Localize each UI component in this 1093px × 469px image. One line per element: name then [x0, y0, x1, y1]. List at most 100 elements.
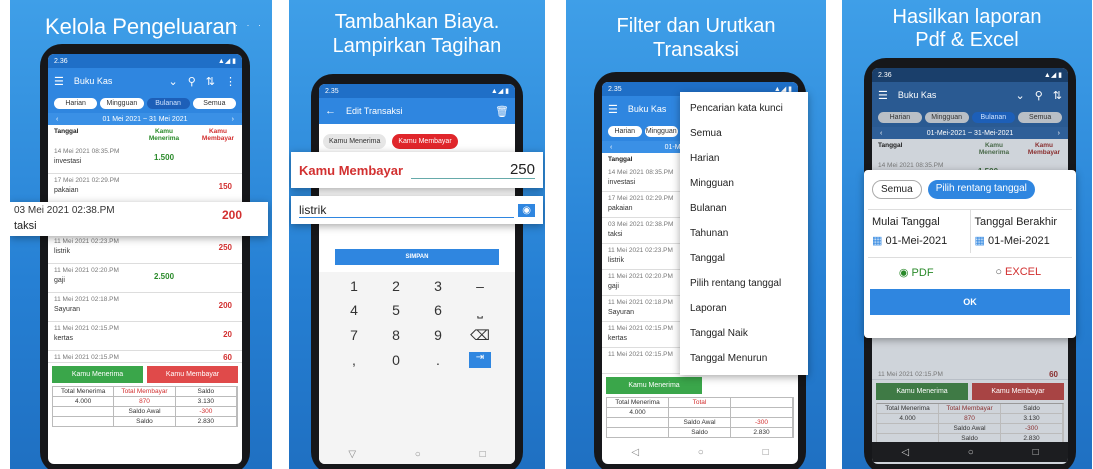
keyboard-key[interactable]: 9: [417, 327, 459, 344]
receive-chip[interactable]: Kamu Menerima: [323, 134, 387, 149]
pay-chip[interactable]: Kamu Membayar: [392, 134, 458, 149]
keyboard-key[interactable]: 1: [333, 278, 375, 294]
menu-item[interactable]: Semua: [680, 121, 808, 146]
menu-item[interactable]: Pilih rentang tanggal: [680, 271, 808, 296]
row-out: 20: [223, 330, 232, 339]
keyboard-key[interactable]: 7: [333, 327, 375, 344]
receive-button[interactable]: Kamu Menerima: [606, 377, 702, 394]
tab-monthly[interactable]: Bulanan: [971, 112, 1016, 123]
keyboard-key[interactable]: 6: [417, 302, 459, 319]
prev-icon[interactable]: ‹: [610, 144, 612, 151]
home-nav-icon[interactable]: ○: [415, 449, 421, 460]
chevron-down-icon[interactable]: ⌄: [1016, 89, 1025, 102]
keyboard-key[interactable]: ⌫: [459, 327, 501, 344]
keyboard-key[interactable]: ⇥: [469, 352, 491, 368]
chevron-down-icon[interactable]: ⌄: [169, 75, 178, 88]
all-chip[interactable]: Semua: [872, 180, 922, 199]
sort-icon[interactable]: ⇅: [206, 75, 215, 88]
menu-item[interactable]: Mingguan: [680, 171, 808, 196]
keyboard-key[interactable]: 2: [375, 278, 417, 294]
keyboard-key[interactable]: –: [459, 278, 501, 294]
table-row[interactable]: 17 Mei 2021 02:29.PM pakaian 150: [48, 174, 242, 203]
menu-item[interactable]: Pencarian kata kunci: [680, 96, 808, 121]
prev-icon[interactable]: ‹: [56, 116, 58, 123]
menu-item[interactable]: Tanggal Menurun: [680, 346, 808, 371]
camera-icon[interactable]: ◉: [518, 203, 535, 217]
keyboard-key[interactable]: 5: [375, 302, 417, 319]
table-row[interactable]: 11 Mei 2021 02:20.PM gaji 2.500: [48, 264, 242, 293]
back-nav-icon[interactable]: ◁: [901, 447, 909, 458]
table-row[interactable]: 11 Mei 2021 02:15.PM kertas 20: [48, 322, 242, 351]
opening-balance-label: Saldo Awal: [939, 424, 1001, 433]
tab-daily[interactable]: Harian: [878, 112, 922, 123]
excel-radio[interactable]: ○ EXCEL: [995, 266, 1041, 279]
tab-weekly[interactable]: Mingguan: [100, 98, 144, 109]
header-out: Kamu Membayar: [201, 128, 235, 142]
receive-button[interactable]: Kamu Menerima: [52, 366, 143, 383]
amount-field[interactable]: 250: [411, 161, 535, 179]
menu-item[interactable]: Laporan: [680, 296, 808, 321]
table-row[interactable]: 11 Mei 2021 02:15.PM 60: [872, 368, 1068, 380]
delete-icon[interactable]: 🗑: [495, 105, 509, 118]
receive-button[interactable]: Kamu Menerima: [876, 383, 968, 400]
home-nav-icon[interactable]: ○: [698, 447, 704, 458]
table-row[interactable]: 11 Mei 2021 02:15.PM 60: [48, 351, 242, 363]
recents-nav-icon[interactable]: □: [480, 449, 486, 460]
keyboard-key[interactable]: ⎵: [459, 302, 501, 319]
next-icon[interactable]: ›: [232, 116, 234, 123]
menu-item[interactable]: Tanggal: [680, 246, 808, 271]
menu-item[interactable]: Tahunan: [680, 221, 808, 246]
start-date-field[interactable]: ▦ 01-Mei-2021: [872, 234, 966, 247]
keyboard-key[interactable]: 8: [375, 327, 417, 344]
search-icon[interactable]: ⚲: [188, 75, 196, 88]
tab-weekly[interactable]: Mingguan: [644, 126, 678, 137]
home-nav-icon[interactable]: ○: [968, 447, 974, 458]
back-nav-icon[interactable]: ◁: [631, 447, 639, 458]
note-field[interactable]: listrik: [299, 203, 515, 218]
tab-all[interactable]: Semua: [192, 98, 236, 109]
back-nav-icon[interactable]: ▽: [348, 449, 356, 460]
balance-value: 3.130: [176, 397, 237, 406]
save-button[interactable]: SIMPAN: [335, 249, 499, 265]
status-bar: 2.35 ▲◢ ▮: [319, 84, 515, 98]
tab-daily[interactable]: Harian: [54, 98, 98, 109]
prev-icon[interactable]: ‹: [880, 130, 882, 137]
end-date-field[interactable]: ▦ 01-Mei-2021: [975, 234, 1069, 247]
menu-item[interactable]: Harian: [680, 146, 808, 171]
tab-all[interactable]: Semua: [1018, 112, 1062, 123]
table-row[interactable]: 11 Mei 2021 02:18.PM Sayuran 200: [48, 293, 242, 322]
highlighted-transaction[interactable]: 03 Mei 2021 02:38.PM taksi 200: [10, 202, 268, 236]
action-buttons: Kamu Menerima Kamu Membayar: [872, 380, 1068, 403]
table-row[interactable]: 11 Mei 2021 02:23.PM listrik 250: [48, 235, 242, 264]
keyboard-key[interactable]: 4: [333, 302, 375, 319]
total-in-label: Total Menerima: [53, 387, 115, 396]
tab-monthly[interactable]: Bulanan: [146, 98, 190, 109]
back-arrow-icon[interactable]: ←: [325, 105, 336, 117]
keyboard-key[interactable]: 0: [375, 352, 417, 368]
search-icon[interactable]: ⚲: [1035, 89, 1043, 102]
menu-icon[interactable]: ☰: [54, 75, 64, 88]
opening-balance-label: Saldo Awal: [114, 407, 176, 416]
next-icon[interactable]: ›: [1058, 130, 1060, 137]
pdf-label: PDF: [911, 267, 934, 279]
menu-icon[interactable]: ☰: [608, 103, 618, 116]
status-time: 2.36: [878, 71, 892, 79]
keyboard-key[interactable]: .: [417, 352, 459, 368]
range-chip[interactable]: Pilih rentang tanggal: [927, 180, 1035, 199]
table-row[interactable]: 14 Mei 2021 08:35.PM investasi 1.500: [48, 145, 242, 174]
keyboard-key[interactable]: 3: [417, 278, 459, 294]
tab-weekly[interactable]: Mingguan: [924, 112, 969, 123]
recents-nav-icon[interactable]: □: [763, 447, 769, 458]
pdf-radio[interactable]: ◉ PDF: [899, 266, 934, 279]
more-icon[interactable]: ⋮: [225, 75, 236, 88]
pay-button[interactable]: Kamu Membayar: [147, 366, 238, 383]
tab-daily[interactable]: Harian: [608, 126, 642, 137]
menu-icon[interactable]: ☰: [878, 89, 888, 102]
recents-nav-icon[interactable]: □: [1033, 447, 1039, 458]
ok-button[interactable]: OK: [870, 289, 1070, 315]
keyboard-key[interactable]: ,: [333, 352, 375, 368]
menu-item[interactable]: Bulanan: [680, 196, 808, 221]
sort-icon[interactable]: ⇅: [1053, 89, 1062, 102]
pay-button[interactable]: Kamu Membayar: [972, 383, 1064, 400]
menu-item[interactable]: Tanggal Naik: [680, 321, 808, 346]
